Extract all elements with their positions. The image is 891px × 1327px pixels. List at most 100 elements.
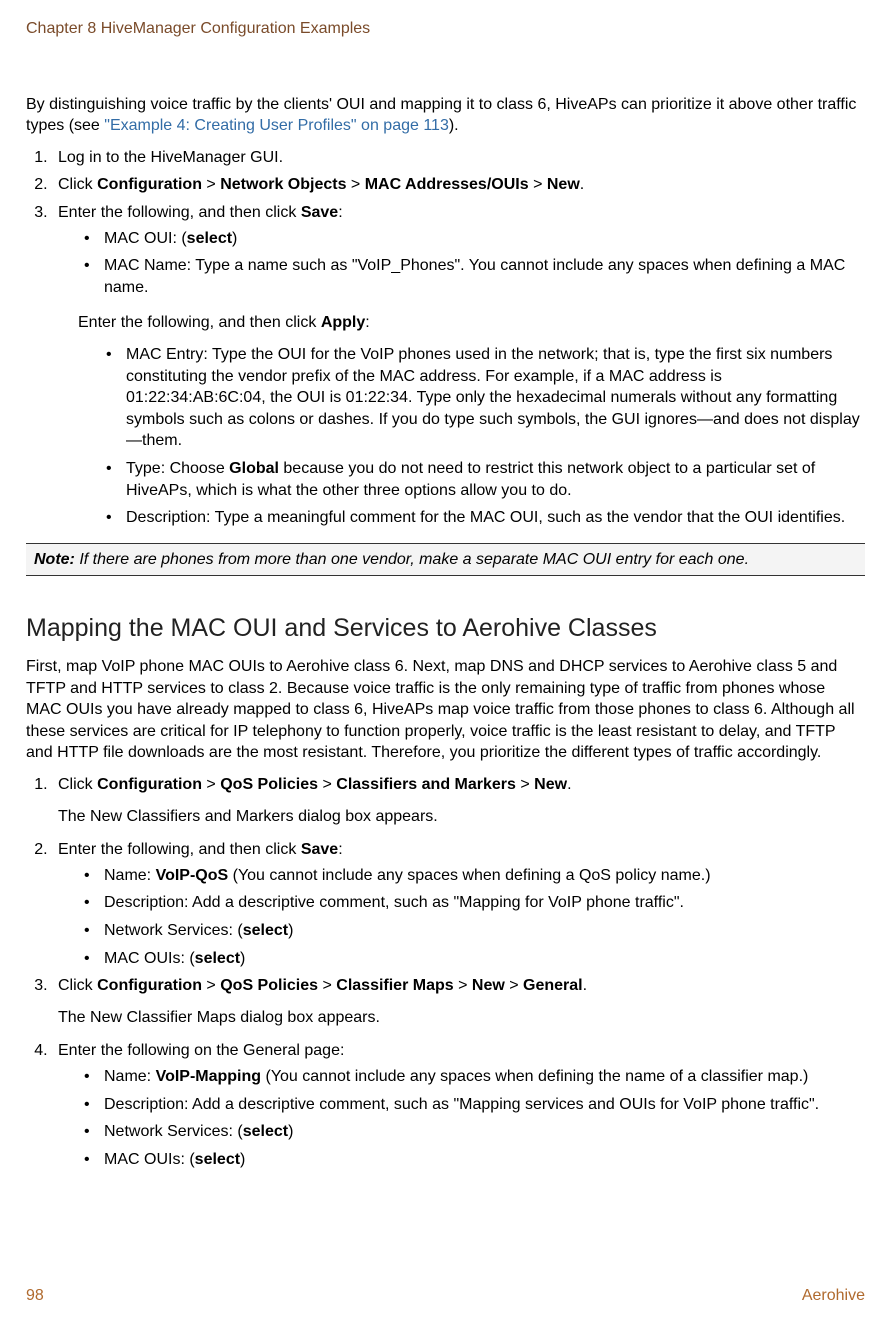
step2-4-bullets: Name: VoIP-Mapping (You cannot include a…	[58, 1066, 865, 1170]
t: Apply	[321, 314, 365, 331]
bullet-type: Type: Choose Global because you do not n…	[106, 458, 865, 501]
note-text: If there are phones from more than one v…	[75, 551, 749, 568]
apply-line: Enter the following, and then click Appl…	[78, 312, 865, 334]
bullet-macouis: MAC OUIs: (select)	[84, 948, 865, 970]
t: MAC OUI: (	[104, 230, 187, 247]
t: select	[187, 230, 232, 247]
step2-2-bullets: Name: VoIP-QoS (You cannot include any s…	[58, 865, 865, 969]
t: :	[338, 204, 342, 221]
step-3: Enter the following, and then click Save…	[52, 202, 865, 298]
t: Network Services: (	[104, 1123, 243, 1140]
t: (You cannot include any spaces when defi…	[261, 1068, 808, 1085]
chapter-header: Chapter 8 HiveManager Configuration Exam…	[26, 18, 865, 40]
t: .	[580, 176, 584, 193]
step2-3: Click Configuration > QoS Policies > Cla…	[52, 975, 865, 1028]
t: New	[472, 977, 505, 994]
page-number: 98	[26, 1285, 44, 1307]
t: Enter the following on the General page:	[58, 1042, 344, 1059]
dialog-text-1: The New Classifiers and Markers dialog b…	[58, 806, 865, 828]
section-intro: First, map VoIP phone MAC OUIs to Aerohi…	[26, 656, 865, 764]
t: Enter the following, and then click	[58, 841, 301, 858]
t: >	[202, 977, 220, 994]
t: select	[195, 1151, 240, 1168]
t: >	[318, 776, 336, 793]
step2-4: Enter the following on the General page:…	[52, 1040, 865, 1170]
bullet-mac-name: MAC Name: Type a name such as "VoIP_Phon…	[84, 255, 865, 298]
t: >	[454, 977, 472, 994]
example-link[interactable]: "Example 4: Creating User Profiles" on p…	[104, 117, 449, 134]
t: :	[338, 841, 342, 858]
t: >	[202, 776, 220, 793]
t: Click	[58, 977, 97, 994]
t: General	[523, 977, 583, 994]
intro-text-c: ).	[449, 117, 459, 134]
t: select	[243, 922, 288, 939]
step2-2: Enter the following, and then click Save…	[52, 839, 865, 969]
t: )	[232, 230, 237, 247]
steps-list-1: Log in to the HiveManager GUI. Click Con…	[26, 147, 865, 299]
bullet-desc2: Description: Add a descriptive comment, …	[84, 1094, 865, 1116]
t: QoS Policies	[220, 776, 318, 793]
bullet-name-voipmap: Name: VoIP-Mapping (You cannot include a…	[84, 1066, 865, 1088]
steps-list-2: Click Configuration > QoS Policies > Cla…	[26, 774, 865, 1170]
bullet-netsvc: Network Services: (select)	[84, 920, 865, 942]
t: )	[288, 1123, 293, 1140]
t: VoIP-QoS	[156, 867, 229, 884]
bullet-desc: Description: Add a descriptive comment, …	[84, 892, 865, 914]
t: )	[240, 950, 245, 967]
dialog-text-2: The New Classifier Maps dialog box appea…	[58, 1007, 865, 1029]
t: .	[583, 977, 587, 994]
t: QoS Policies	[220, 977, 318, 994]
t: New	[547, 176, 580, 193]
t: Save	[301, 204, 338, 221]
page: Chapter 8 HiveManager Configuration Exam…	[0, 0, 891, 1327]
t: Classifiers and Markers	[336, 776, 516, 793]
t: Click	[58, 176, 97, 193]
apply-bullets: MAC Entry: Type the OUI for the VoIP pho…	[78, 344, 865, 529]
t: select	[195, 950, 240, 967]
t: >	[516, 776, 534, 793]
t: Click	[58, 776, 97, 793]
t: Enter the following, and then click	[58, 204, 301, 221]
t: )	[288, 922, 293, 939]
t: Classifier Maps	[336, 977, 453, 994]
note-box: Note: If there are phones from more than…	[26, 543, 865, 577]
step-1: Log in to the HiveManager GUI.	[52, 147, 865, 169]
step3-bullets: MAC OUI: (select) MAC Name: Type a name …	[58, 228, 865, 299]
bullet-netsvc2: Network Services: (select)	[84, 1121, 865, 1143]
bullet-mac-oui: MAC OUI: (select)	[84, 228, 865, 250]
brand-name: Aerohive	[802, 1285, 865, 1307]
t: Configuration	[97, 776, 202, 793]
t: Name:	[104, 867, 156, 884]
t: :	[365, 314, 369, 331]
t: >	[318, 977, 336, 994]
t: Type: Choose	[126, 460, 229, 477]
t: Save	[301, 841, 338, 858]
step-2: Click Configuration > Network Objects > …	[52, 174, 865, 196]
t: New	[534, 776, 567, 793]
t: MAC OUIs: (	[104, 1151, 195, 1168]
t: Global	[229, 460, 279, 477]
intro-paragraph: By distinguishing voice traffic by the c…	[26, 94, 865, 137]
footer: 98 Aerohive	[26, 1285, 865, 1307]
step2-1: Click Configuration > QoS Policies > Cla…	[52, 774, 865, 827]
t: >	[505, 977, 523, 994]
t: Configuration	[97, 977, 202, 994]
t: select	[243, 1123, 288, 1140]
t: (You cannot include any spaces when defi…	[228, 867, 710, 884]
bullet-macouis2: MAC OUIs: (select)	[84, 1149, 865, 1171]
t: MAC OUIs: (	[104, 950, 195, 967]
t: MAC Addresses/OUIs	[365, 176, 529, 193]
note-label: Note:	[34, 551, 75, 568]
t: Network Services: (	[104, 922, 243, 939]
t: Name:	[104, 1068, 156, 1085]
t: >	[529, 176, 547, 193]
t: >	[202, 176, 220, 193]
bullet-mac-entry: MAC Entry: Type the OUI for the VoIP pho…	[106, 344, 865, 452]
t: )	[240, 1151, 245, 1168]
t: Configuration	[97, 176, 202, 193]
t: .	[567, 776, 571, 793]
bullet-name-voipqos: Name: VoIP-QoS (You cannot include any s…	[84, 865, 865, 887]
t: >	[346, 176, 364, 193]
section-heading: Mapping the MAC OUI and Services to Aero…	[26, 612, 865, 646]
